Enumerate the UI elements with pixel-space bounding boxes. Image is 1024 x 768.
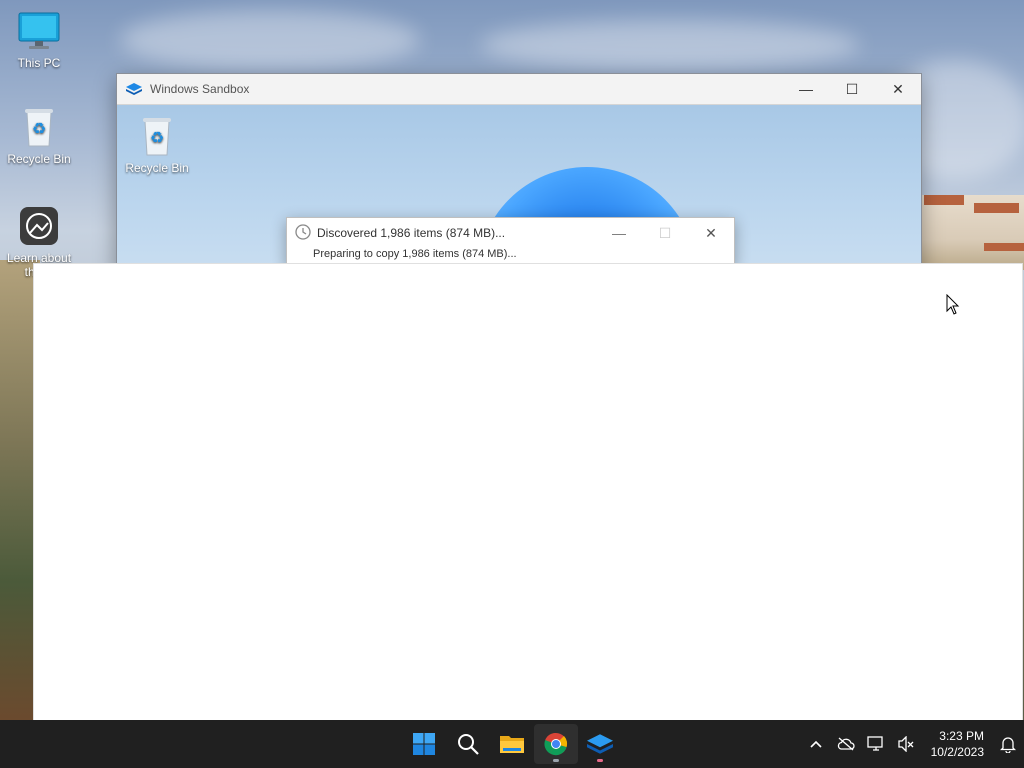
network-button[interactable] <box>861 724 891 764</box>
copy-minimize-button[interactable]: — <box>596 219 642 247</box>
close-button[interactable]: ✕ <box>875 74 921 104</box>
sandbox-recycle-bin[interactable]: ♻ Recycle Bin <box>121 115 193 175</box>
show-hidden-icons-button[interactable] <box>801 724 831 764</box>
monitor-icon <box>18 10 60 52</box>
close-icon: ✕ <box>705 224 717 241</box>
desktop-icon-label: Recycle Bin <box>125 161 189 175</box>
start-button[interactable] <box>402 724 446 764</box>
wallpaper-town <box>914 195 1024 270</box>
bell-icon <box>1000 737 1016 753</box>
close-icon: ✕ <box>892 80 904 97</box>
svg-text:♻: ♻ <box>150 128 164 147</box>
volume-button[interactable] <box>891 724 921 764</box>
clock-time: 3:23 PM <box>939 729 984 743</box>
copy-dialog-subtitle: Preparing to copy 1,986 items (874 MB)..… <box>313 248 517 260</box>
network-icon <box>866 736 883 751</box>
clock-date: 10/2/2023 <box>930 745 984 759</box>
windows-logo-icon <box>413 733 435 755</box>
onedrive-button[interactable] <box>831 724 861 764</box>
search-icon <box>458 734 479 755</box>
minimize-button[interactable]: — <box>783 74 829 104</box>
maximize-icon: ☐ <box>845 80 859 97</box>
taskbar-apps <box>402 720 622 768</box>
volume-muted-icon <box>897 736 914 752</box>
sandbox-icon <box>587 734 613 754</box>
search-button[interactable] <box>446 724 490 764</box>
taskbar: 3:23 PM 10/2/2023 <box>0 720 1024 768</box>
clock[interactable]: 3:23 PM 10/2/2023 <box>921 728 992 760</box>
maximize-button[interactable]: ☐ <box>829 74 875 104</box>
sandbox-title: Windows Sandbox <box>150 82 250 96</box>
copy-progress-dialog[interactable]: Discovered 1,986 items (874 MB)... — ☐ ✕… <box>286 217 735 267</box>
copy-maximize-button: ☐ <box>642 219 688 247</box>
desktop-icon-label: Recycle Bin <box>7 152 71 166</box>
recycle-bin-icon: ♻ <box>18 106 60 148</box>
desktop-icon-this-pc[interactable]: This PC <box>3 10 75 70</box>
copy-dialog-title: Discovered 1,986 items (874 MB)... <box>317 226 506 240</box>
learn-about-icon <box>18 205 60 247</box>
minimize-icon: — <box>612 225 626 241</box>
svg-text:♻: ♻ <box>32 119 46 138</box>
chevron-up-icon <box>810 740 822 748</box>
system-tray: 3:23 PM 10/2/2023 <box>801 720 1024 768</box>
desktop-icon-recycle-bin[interactable]: ♻ Recycle Bin <box>3 106 75 166</box>
chrome-button[interactable] <box>534 724 578 764</box>
maximize-icon: ☐ <box>658 224 672 241</box>
mouse-cursor-icon <box>946 294 960 315</box>
minimize-icon: — <box>799 81 813 97</box>
notifications-button[interactable] <box>992 724 1024 764</box>
recycle-bin-icon: ♻ <box>136 115 178 157</box>
copy-dialog-titlebar[interactable]: Discovered 1,986 items (874 MB)... — ☐ ✕ <box>287 218 734 248</box>
running-indicator <box>553 759 559 762</box>
copy-close-button[interactable]: ✕ <box>688 219 734 247</box>
sandbox-taskbar-button[interactable] <box>578 724 622 764</box>
file-explorer-button[interactable] <box>490 724 534 764</box>
sandbox-icon <box>126 83 142 95</box>
clock-icon <box>295 223 311 243</box>
chrome-icon <box>544 732 568 756</box>
blank-window[interactable] <box>34 264 1022 720</box>
folder-icon <box>500 736 524 753</box>
running-indicator <box>597 759 603 762</box>
cloud-offline-icon <box>837 737 855 751</box>
sandbox-titlebar[interactable]: Windows Sandbox — ☐ ✕ <box>117 74 921 105</box>
desktop-icon-label: This PC <box>17 56 61 70</box>
